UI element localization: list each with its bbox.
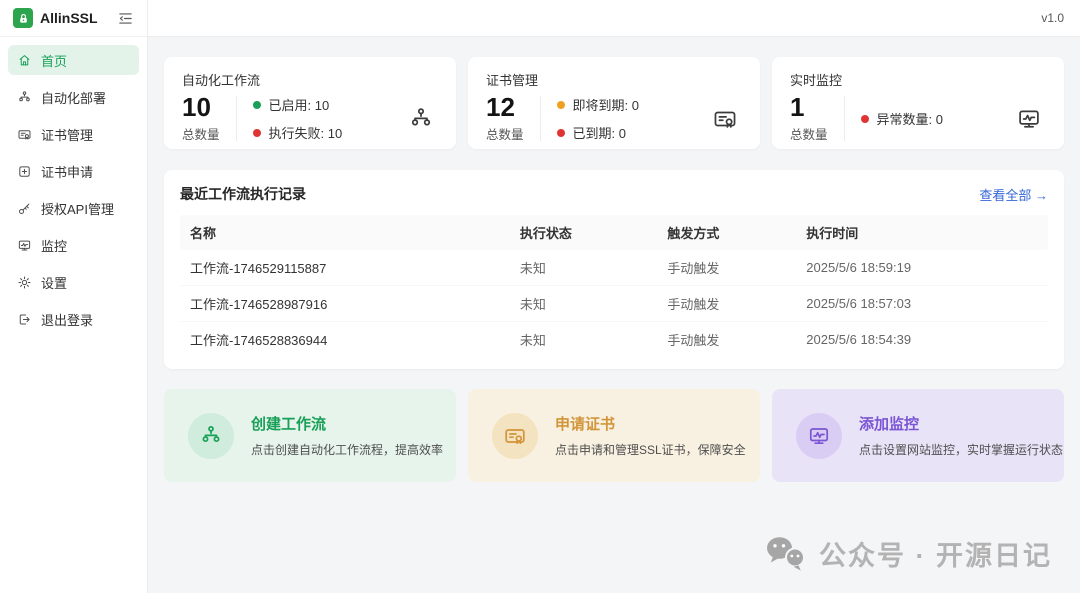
col-header-time: 执行时间 — [796, 215, 1048, 250]
action-title: 添加监控 — [859, 413, 1063, 434]
workflow-icon — [199, 424, 223, 448]
sidebar-item-monitor[interactable]: 监控 — [8, 230, 139, 260]
monitor-icon — [807, 424, 831, 448]
app-logo-lock-icon — [13, 8, 33, 28]
sidebar-menu: 首页 自动化部署 证书管理 证书申请 授权API管理 监控 设置 退出登录 — [0, 37, 147, 349]
col-header-status: 执行状态 — [510, 215, 658, 250]
sidebar: AllinSSL 首页 自动化部署 证书管理 证书申请 授权API管理 监控 — [0, 0, 148, 593]
certificate-icon — [712, 106, 738, 132]
sidebar-item-home[interactable]: 首页 — [8, 45, 139, 75]
wechat-icon — [764, 535, 808, 572]
action-desc: 点击创建自动化工作流程，提高效率 — [251, 441, 443, 458]
sidebar-item-auto-deploy[interactable]: 自动化部署 — [8, 82, 139, 112]
sidebar-collapse-icon[interactable] — [117, 9, 135, 27]
sidebar-item-label: 首页 — [41, 51, 67, 70]
sidebar-item-label: 设置 — [41, 273, 67, 292]
stat-title: 实时监控 — [790, 70, 1046, 89]
stat-value: 10 — [182, 94, 220, 121]
view-all-link[interactable]: 查看全部 → — [979, 185, 1048, 204]
stat-title: 自动化工作流 — [182, 70, 438, 89]
action-title: 创建工作流 — [251, 413, 443, 434]
watermark-text: 公众号 · 开源日记 — [819, 534, 1052, 573]
metric-expired: 已到期: 0 — [557, 123, 704, 142]
topbar: v1.0 — [148, 0, 1080, 37]
table-row[interactable]: 工作流-1746528987916 未知 手动触发 2025/5/6 18:57… — [180, 286, 1048, 322]
sidebar-item-cert-apply[interactable]: 证书申请 — [8, 156, 139, 186]
stat-card-certificates: 证书管理 12 总数量 即将到期: 0 已到期: 0 — [468, 57, 760, 149]
sidebar-item-label: 监控 — [41, 236, 67, 255]
stat-total: 12 总数量 — [486, 94, 524, 143]
table-row[interactable]: 工作流-1746529115887 未知 手动触发 2025/5/6 18:59… — [180, 250, 1048, 286]
quick-actions-row: 创建工作流 点击创建自动化工作流程，提高效率 申请证书 点击申请和管理SSL证书… — [164, 389, 1064, 482]
app-name: AllinSSL — [40, 10, 110, 26]
divider — [844, 96, 845, 141]
sidebar-item-settings[interactable]: 设置 — [8, 267, 139, 297]
main-content: 自动化工作流 10 总数量 已启用: 10 执行失败: 10 — [148, 37, 1080, 593]
workflow-icon — [17, 90, 32, 105]
records-table: 名称 执行状态 触发方式 执行时间 工作流-1746529115887 未知 手… — [180, 215, 1048, 357]
create-workflow-card[interactable]: 创建工作流 点击创建自动化工作流程，提高效率 — [164, 389, 456, 482]
logout-icon — [17, 312, 32, 327]
col-header-trigger: 触发方式 — [657, 215, 796, 250]
table-header-row: 名称 执行状态 触发方式 执行时间 — [180, 215, 1048, 250]
metric-expiring: 即将到期: 0 — [557, 95, 704, 114]
status-dot — [557, 129, 565, 137]
stat-card-monitoring: 实时监控 1 总数量 异常数量: 0 — [772, 57, 1064, 149]
stat-value-label: 总数量 — [182, 124, 220, 143]
sidebar-item-logout[interactable]: 退出登录 — [8, 304, 139, 334]
stat-title: 证书管理 — [486, 70, 742, 89]
stat-value: 1 — [790, 94, 828, 121]
add-monitor-card[interactable]: 添加监控 点击设置网站监控，实时掌握运行状态 — [772, 389, 1064, 482]
col-header-name: 名称 — [180, 215, 510, 250]
workflow-icon — [408, 106, 434, 132]
app-logo-row: AllinSSL — [0, 0, 147, 37]
stat-value: 12 — [486, 94, 524, 121]
stat-total: 1 总数量 — [790, 94, 828, 143]
certificate-icon — [17, 127, 32, 142]
monitor-icon — [1016, 106, 1042, 132]
metric-enabled: 已启用: 10 — [253, 95, 400, 114]
sidebar-item-label: 授权API管理 — [41, 199, 114, 218]
stat-value-label: 总数量 — [790, 124, 828, 143]
status-dot — [253, 101, 261, 109]
status-dot — [253, 129, 261, 137]
apply-certificate-card[interactable]: 申请证书 点击申请和管理SSL证书，保障安全 — [468, 389, 760, 482]
status-dot — [861, 115, 869, 123]
app-version: v1.0 — [1041, 11, 1064, 25]
sidebar-item-api-auth[interactable]: 授权API管理 — [8, 193, 139, 223]
divider — [236, 96, 237, 141]
certificate-apply-icon — [17, 164, 32, 179]
metric-failed: 执行失败: 10 — [253, 123, 400, 142]
monitor-icon — [17, 238, 32, 253]
certificate-icon — [503, 424, 527, 448]
status-dot — [557, 101, 565, 109]
stat-value-label: 总数量 — [486, 124, 524, 143]
watermark: 公众号 · 开源日记 — [764, 534, 1052, 573]
action-desc: 点击申请和管理SSL证书，保障安全 — [555, 441, 746, 458]
sidebar-item-label: 证书管理 — [41, 125, 93, 144]
stat-total: 10 总数量 — [182, 94, 220, 143]
stat-card-workflows: 自动化工作流 10 总数量 已启用: 10 执行失败: 10 — [164, 57, 456, 149]
action-desc: 点击设置网站监控，实时掌握运行状态 — [859, 441, 1063, 458]
api-key-icon — [17, 201, 32, 216]
gear-icon — [17, 275, 32, 290]
sidebar-item-label: 退出登录 — [41, 310, 93, 329]
records-title: 最近工作流执行记录 — [180, 184, 306, 204]
sidebar-item-label: 证书申请 — [41, 162, 93, 181]
divider — [540, 96, 541, 141]
stats-row: 自动化工作流 10 总数量 已启用: 10 执行失败: 10 — [164, 57, 1064, 149]
home-icon — [17, 53, 32, 68]
metric-abnormal: 异常数量: 0 — [861, 109, 1008, 128]
action-title: 申请证书 — [555, 413, 746, 434]
sidebar-item-cert-manage[interactable]: 证书管理 — [8, 119, 139, 149]
table-row[interactable]: 工作流-1746528836944 未知 手动触发 2025/5/6 18:54… — [180, 322, 1048, 357]
recent-records-card: 最近工作流执行记录 查看全部 → 名称 执行状态 触发方式 执行时间 工作流-1… — [164, 170, 1064, 369]
sidebar-item-label: 自动化部署 — [41, 88, 106, 107]
